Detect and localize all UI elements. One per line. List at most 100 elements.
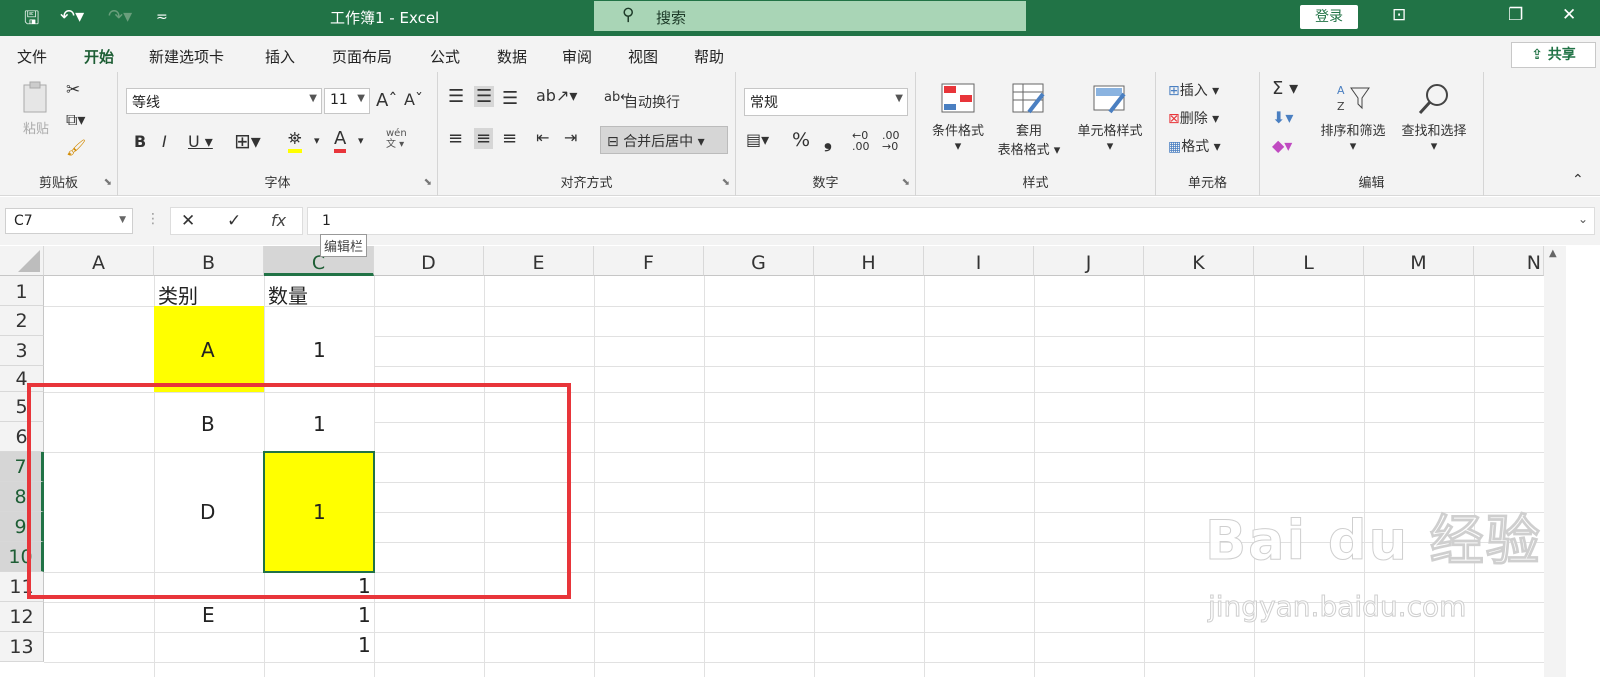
italic-icon[interactable]: I <box>162 132 167 151</box>
insert-function-icon[interactable]: fx <box>271 211 286 230</box>
column-header-g[interactable]: G <box>704 246 814 276</box>
cell-b3[interactable]: A <box>201 338 215 362</box>
cell-c3[interactable]: 1 <box>313 338 326 362</box>
autosum-icon[interactable]: Σ ▾ <box>1272 78 1298 99</box>
fill-icon[interactable]: ⬇▾ <box>1272 108 1293 127</box>
middle-align-icon[interactable]: ☰ <box>474 86 495 107</box>
clipboard-launcher-icon[interactable]: ⬊ <box>104 177 112 188</box>
column-header-k[interactable]: K <box>1144 246 1254 276</box>
increase-indent-icon[interactable]: ⇥ <box>564 128 577 147</box>
vertical-scrollbar[interactable]: ▲ <box>1544 246 1566 677</box>
wrap-text-label[interactable]: 自动换行 <box>624 92 680 112</box>
cell-c13[interactable]: 1 <box>358 633 371 657</box>
cell-c12[interactable]: 1 <box>358 603 371 627</box>
column-header-i[interactable]: I <box>924 246 1034 276</box>
scroll-up-icon[interactable]: ▲ <box>1549 248 1557 259</box>
number-launcher-icon[interactable]: ⬊ <box>902 177 910 188</box>
conditional-format-button[interactable]: 条件格式 ▾ <box>926 82 990 154</box>
login-button[interactable]: 登录 <box>1300 5 1358 29</box>
increase-font-icon[interactable]: Aˆ <box>376 90 397 111</box>
customize-qat-icon[interactable]: ≂ <box>156 9 168 25</box>
tab-formulas[interactable]: 公式 <box>430 46 460 67</box>
merge-center-button[interactable]: ⊟ 合并后居中 ▾ <box>600 126 728 154</box>
clear-icon[interactable]: ◆▾ <box>1272 136 1292 155</box>
row-header-1[interactable]: 1 <box>0 276 44 306</box>
font-color-icon[interactable]: A <box>334 128 347 153</box>
undo-icon[interactable]: ↶▾ <box>60 6 84 27</box>
cell-c1[interactable]: 数量 <box>268 280 308 309</box>
drag-handle-icon[interactable]: ⋮ <box>146 211 160 227</box>
tab-review[interactable]: 审阅 <box>562 46 592 67</box>
cell-styles-button[interactable]: 单元格样式 ▾ <box>1068 82 1152 154</box>
format-painter-icon[interactable]: 🖌 <box>66 138 86 157</box>
tab-page-layout[interactable]: 页面布局 <box>332 46 392 67</box>
phonetic-guide-icon[interactable]: wén 文 ▾ <box>386 128 407 150</box>
worksheet-grid[interactable]: A B C D E F G H I J K L M N 1 2 3 4 5 6 … <box>0 246 1600 677</box>
tab-help[interactable]: 帮助 <box>694 46 724 67</box>
insert-cells-button[interactable]: ⊞插入 ▾ <box>1168 80 1219 100</box>
cell-b1[interactable]: 类别 <box>158 280 198 309</box>
tab-home[interactable]: 开始 <box>84 46 115 75</box>
column-header-l[interactable]: L <box>1254 246 1364 276</box>
number-format-select[interactable]: 常规 ▼ <box>744 88 908 116</box>
restore-window-icon[interactable]: ❐ <box>1508 5 1523 25</box>
borders-icon[interactable]: ⊞▾ <box>234 129 261 153</box>
tab-insert[interactable]: 插入 <box>265 46 295 67</box>
bottom-align-icon[interactable]: ☰ <box>502 88 518 109</box>
cut-icon[interactable]: ✂ <box>66 80 80 100</box>
column-header-e[interactable]: E <box>484 246 594 276</box>
collapse-ribbon-icon[interactable]: ⌃ <box>1572 172 1584 188</box>
column-header-d[interactable]: D <box>374 246 484 276</box>
paste-button[interactable]: 粘贴 <box>16 80 56 137</box>
search-box[interactable]: ⚲ 搜索 <box>594 1 1026 31</box>
enter-icon[interactable]: ✓ <box>227 211 241 231</box>
tab-file[interactable]: 文件 <box>17 46 47 67</box>
copy-icon[interactable]: ⧉▾ <box>66 110 85 130</box>
decrease-font-icon[interactable]: Aˇ <box>404 90 423 109</box>
underline-icon[interactable]: U ▾ <box>188 132 213 151</box>
fill-color-icon[interactable]: ⛯ <box>288 129 302 153</box>
font-name-select[interactable]: 等线 ▼ <box>126 88 322 114</box>
orientation-icon[interactable]: ab↗▾ <box>536 86 577 105</box>
redo-icon[interactable]: ↷▾ <box>108 6 132 27</box>
column-header-n[interactable]: N <box>1474 246 1544 276</box>
formula-input[interactable]: 1 <box>307 207 1595 235</box>
align-left-icon[interactable]: ≡ <box>448 128 463 149</box>
font-launcher-icon[interactable]: ⬊ <box>424 177 432 188</box>
delete-cells-button[interactable]: ⊠删除 ▾ <box>1168 108 1219 128</box>
find-select-button[interactable]: 查找和选择 ▾ <box>1392 82 1476 154</box>
share-button[interactable]: ⇪ 共享 <box>1511 42 1596 68</box>
save-icon[interactable]: 🖫 <box>24 6 39 36</box>
cancel-icon[interactable]: ✕ <box>181 211 195 231</box>
bold-icon[interactable]: B <box>134 132 146 151</box>
format-cells-button[interactable]: ▦格式 ▾ <box>1168 136 1221 156</box>
chevron-down-icon[interactable]: ▾ <box>358 134 364 147</box>
accounting-format-icon[interactable]: ▤▾ <box>746 130 769 149</box>
row-header-12[interactable]: 12 <box>0 602 44 632</box>
column-header-j[interactable]: J <box>1034 246 1144 276</box>
increase-decimal-icon[interactable]: ←0.00 <box>852 130 870 152</box>
chevron-down-icon[interactable]: ▾ <box>314 134 320 147</box>
tab-new[interactable]: 新建选项卡 <box>149 46 224 67</box>
font-size-select[interactable]: 11 ▼ <box>324 88 370 114</box>
name-box[interactable]: C7 ▼ <box>5 208 133 234</box>
expand-formula-bar-icon[interactable]: ⌄ <box>1578 212 1588 226</box>
row-header-3[interactable]: 3 <box>0 336 44 366</box>
decrease-decimal-icon[interactable]: .00 →0 <box>882 130 900 152</box>
close-window-icon[interactable]: ✕ <box>1562 5 1576 25</box>
column-header-m[interactable]: M <box>1364 246 1474 276</box>
comma-icon[interactable]: ❟ <box>824 128 832 152</box>
top-align-icon[interactable]: ☰ <box>448 86 464 107</box>
decrease-indent-icon[interactable]: ⇤ <box>536 128 549 147</box>
percent-icon[interactable]: % <box>792 129 810 151</box>
column-header-h[interactable]: H <box>814 246 924 276</box>
row-header-13[interactable]: 13 <box>0 632 44 662</box>
align-right-icon[interactable]: ≡ <box>502 128 517 149</box>
tab-view[interactable]: 视图 <box>628 46 658 67</box>
column-header-b[interactable]: B <box>154 246 264 276</box>
select-all-corner[interactable] <box>0 246 44 276</box>
cell-b12[interactable]: E <box>202 603 215 627</box>
ribbon-display-options-icon[interactable]: ⊡ <box>1392 5 1406 25</box>
alignment-launcher-icon[interactable]: ⬊ <box>722 177 730 188</box>
align-center-icon[interactable]: ≡ <box>474 128 494 149</box>
